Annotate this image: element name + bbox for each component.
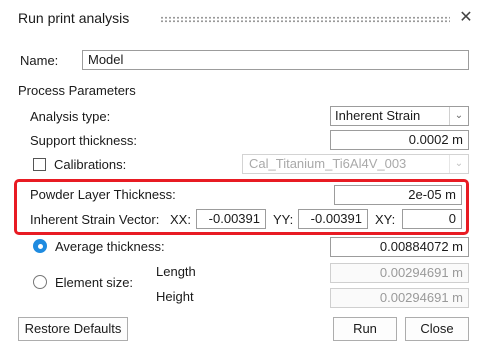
analysis-type-label: Analysis type: (30, 109, 111, 124)
support-thickness-input[interactable]: 0.0002 m (330, 130, 469, 150)
name-input[interactable]: Model (82, 50, 469, 70)
run-print-analysis-dialog: Run print analysis ✕ Name: Model Process… (0, 0, 480, 349)
powder-layer-thickness-input[interactable]: 2e-05 m (334, 185, 462, 205)
run-button[interactable]: Run (333, 317, 397, 341)
average-thickness-input[interactable]: 0.00884072 m (330, 237, 469, 257)
xy-input[interactable]: 0 (402, 209, 462, 229)
support-thickness-label: Support thickness: (30, 133, 137, 148)
length-input[interactable]: 0.00294691 m (330, 263, 469, 283)
height-label: Height (156, 289, 194, 304)
section-title: Process Parameters (18, 83, 136, 98)
drag-grip[interactable] (160, 16, 450, 23)
analysis-type-select[interactable]: Inherent Strain ⌄ (330, 106, 469, 126)
restore-defaults-button[interactable]: Restore Defaults (18, 317, 128, 341)
chevron-down-icon: ⌄ (449, 107, 468, 125)
close-button[interactable]: Close (405, 317, 469, 341)
calibrations-value: Cal_Titanium_Ti6Al4V_003 (249, 156, 407, 171)
analysis-type-value: Inherent Strain (335, 108, 421, 123)
calibrations-select[interactable]: Cal_Titanium_Ti6Al4V_003 ⌄ (242, 154, 469, 174)
height-input[interactable]: 0.00294691 m (330, 288, 469, 308)
xx-input[interactable]: -0.00391 (196, 209, 266, 229)
calibrations-checkbox[interactable] (33, 158, 46, 171)
xx-label: XX: (170, 212, 191, 227)
element-size-label: Element size: (55, 275, 134, 290)
element-size-radio[interactable] (33, 275, 47, 289)
dialog-title: Run print analysis (18, 10, 130, 26)
yy-input[interactable]: -0.00391 (298, 209, 368, 229)
chevron-down-icon: ⌄ (449, 155, 468, 173)
average-thickness-radio[interactable] (33, 239, 47, 253)
close-icon[interactable]: ✕ (458, 9, 474, 27)
name-label: Name: (20, 53, 59, 68)
xy-label: XY: (375, 212, 396, 227)
inherent-strain-vector-label: Inherent Strain Vector: (30, 212, 160, 227)
yy-label: YY: (273, 212, 294, 227)
average-thickness-label: Average thickness: (55, 239, 165, 254)
powder-layer-thickness-label: Powder Layer Thickness: (30, 187, 176, 202)
length-label: Length (156, 264, 196, 279)
calibrations-label: Calibrations: (54, 157, 127, 172)
